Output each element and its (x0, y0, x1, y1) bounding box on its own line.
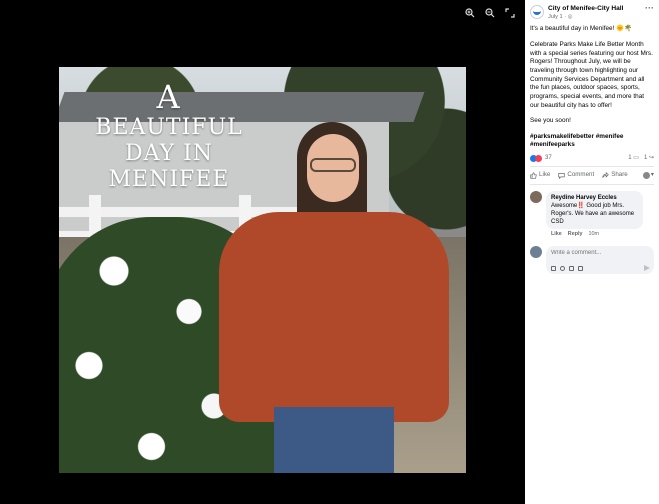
comment-text: Awesome‼️ Good job Mrs. Roger's. We have… (551, 202, 635, 225)
share-count[interactable]: 1 ↪ (644, 154, 654, 162)
menifee-logo-icon (533, 10, 541, 15)
comment: Reydine Harvey Eccles Awesome‼️ Good job… (530, 190, 654, 229)
post-date[interactable]: July 1 (548, 14, 563, 20)
send-icon[interactable] (644, 265, 650, 272)
reaction-count: 37 (545, 155, 552, 162)
share-icon (602, 171, 609, 178)
photo-headline: A BEAUTIFUL DAY IN MENIFEE (79, 81, 259, 191)
commenter-name[interactable]: Reydine Harvey Eccles (551, 194, 638, 202)
sticker-icon[interactable] (578, 266, 583, 272)
viewer-controls (463, 6, 517, 20)
comment-icon (558, 172, 566, 179)
commenter-avatar[interactable] (530, 190, 542, 203)
share-count-icon: ↪ (648, 155, 654, 162)
current-user-avatar (530, 246, 542, 259)
hashtags: #parksmakelifebetter #menifee #menifeepa… (530, 133, 654, 150)
write-comment (530, 246, 654, 275)
emoji-icon[interactable] (560, 266, 565, 272)
comment-input[interactable] (551, 250, 649, 257)
post-stats: 37 1 ▭ 1 ↪ (530, 154, 654, 162)
comment-count[interactable]: 1 ▭ (628, 154, 639, 162)
like-button[interactable]: Like (530, 171, 550, 179)
post-panel: City of Menifee-City Hall July 1 · ◎ ···… (525, 0, 659, 504)
comment-actions: Like Reply 10m (551, 231, 654, 238)
headline-line-2: BEAUTIFUL (95, 115, 243, 140)
thumbs-up-icon (530, 172, 537, 179)
love-reaction-icon (535, 154, 542, 162)
post-meta: July 1 · ◎ (548, 14, 623, 22)
globe-icon: ◎ (567, 13, 573, 20)
share-button[interactable]: Share (602, 171, 628, 179)
person-jeans (274, 407, 394, 473)
comment-like-link[interactable]: Like (551, 231, 562, 238)
comment-bubble: Reydine Harvey Eccles Awesome‼️ Good job… (546, 190, 643, 229)
share-count-value: 1 (643, 155, 648, 162)
like-label: Like (539, 171, 551, 179)
person-glasses (310, 158, 356, 172)
reactions[interactable]: 37 (530, 154, 552, 162)
headline-line-1: A (156, 78, 182, 116)
hashtag-line[interactable]: #menifeeparks (530, 141, 654, 150)
stat-right: 1 ▭ 1 ↪ (628, 154, 654, 162)
action-bar: Like Comment Share ▾ (530, 166, 654, 185)
zoom-in-icon[interactable] (463, 6, 477, 20)
fullscreen-icon[interactable] (503, 6, 517, 20)
photo-icon[interactable] (551, 266, 556, 272)
post-paragraph: It's a beautiful day in Menifee! 🌞🌴 (530, 25, 633, 33)
gif-icon[interactable] (569, 266, 574, 272)
comment-composer (546, 246, 654, 275)
comment-button[interactable]: Comment (558, 171, 594, 179)
page-avatar[interactable] (530, 5, 544, 19)
post-header: City of Menifee-City Hall July 1 · ◎ ··· (530, 4, 654, 21)
user-avatar (642, 171, 650, 179)
composer-tools (551, 266, 583, 272)
post-paragraph: See you soon! (530, 117, 571, 125)
hashtag-line[interactable]: #parksmakelifebetter #menifee (530, 133, 654, 142)
headline-line-4: MENIFEE (108, 167, 230, 192)
zoom-out-icon[interactable] (483, 6, 497, 20)
headline-line-3: DAY IN (124, 141, 214, 166)
comment-label: Comment (567, 171, 595, 179)
chevron-down-icon: ▾ (650, 171, 654, 179)
comment-reply-link[interactable]: Reply (568, 231, 583, 238)
post-photo[interactable]: A BEAUTIFUL DAY IN MENIFEE (59, 67, 466, 473)
share-label: Share (611, 171, 628, 179)
audience-selector[interactable]: ▾ (642, 171, 654, 179)
page-name[interactable]: City of Menifee-City Hall (548, 5, 623, 14)
meta-separator: · (564, 13, 567, 20)
person-sweater (219, 212, 449, 422)
post-paragraph: Celebrate Parks Make Life Better Month w… (530, 41, 653, 109)
more-options-icon[interactable]: ··· (645, 4, 654, 13)
comment-count-icon: ▭ (633, 155, 639, 162)
comment-time[interactable]: 10m (588, 231, 599, 238)
post-body: It's a beautiful day in Menifee! 🌞🌴 Cele… (530, 25, 654, 150)
comment-count-value: 1 (628, 155, 632, 162)
post-header-text: City of Menifee-City Hall July 1 · ◎ (548, 5, 623, 21)
photo-viewer: A BEAUTIFUL DAY IN MENIFEE (0, 0, 525, 504)
